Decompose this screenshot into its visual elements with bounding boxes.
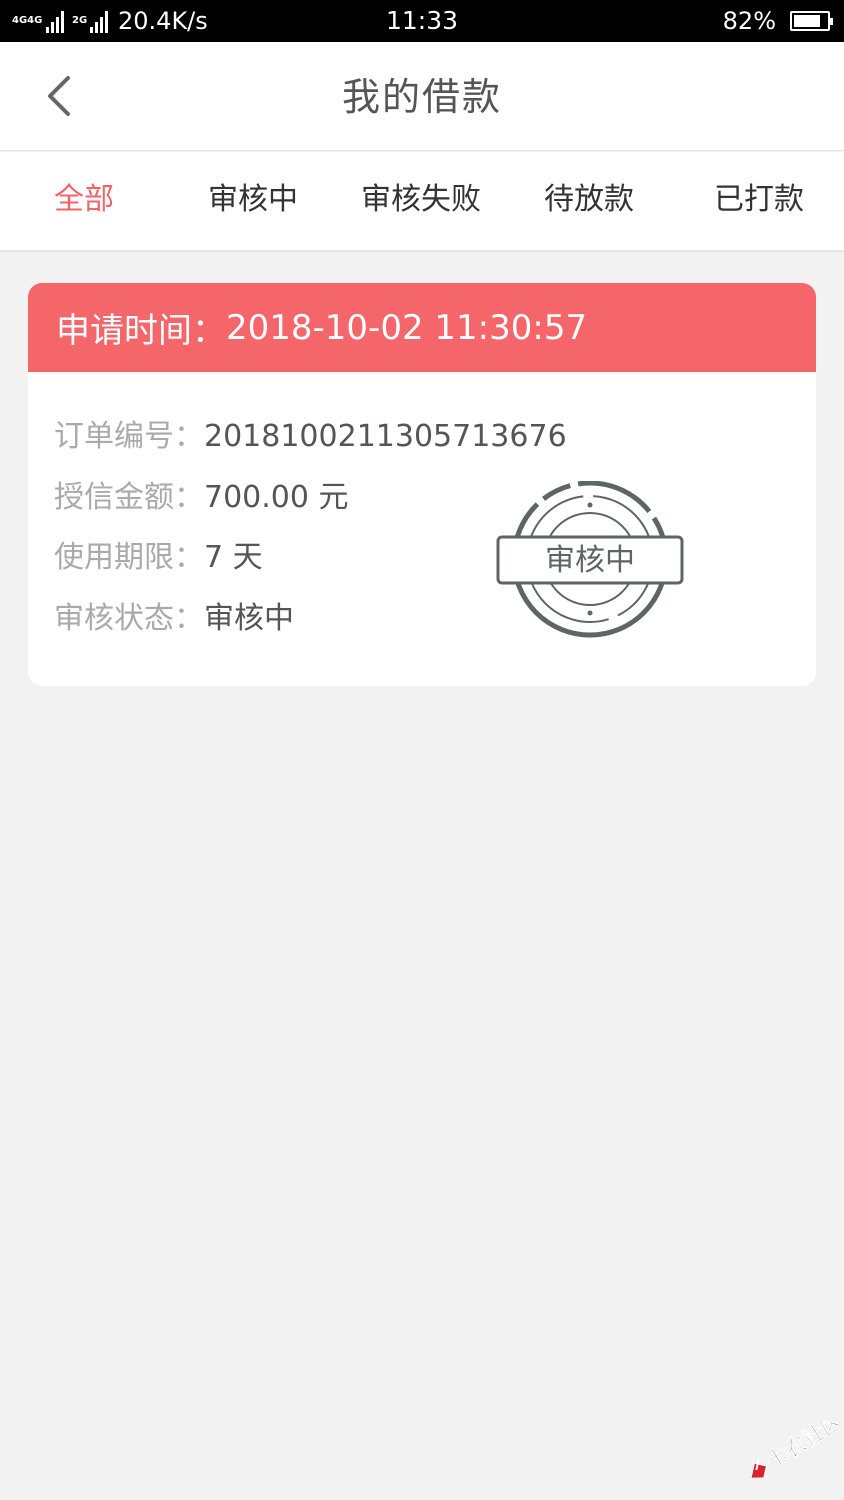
order-no-value: 201810021130571367​6	[204, 419, 567, 454]
order-no-row: 订单编号：201810021130571367​6	[54, 417, 567, 457]
page-title: 我的借款	[341, 75, 502, 119]
term-value: 7 天	[204, 540, 263, 575]
term-label: 使用期限：	[54, 540, 204, 575]
status-label: 审核状态：	[54, 601, 204, 636]
tab-pending-payout[interactable]: 待放款	[544, 180, 634, 220]
apply-time-label: 申请时间：	[56, 311, 226, 351]
order-no-label: 订单编号：	[54, 419, 204, 454]
credit-amount-label: 授信金额：	[54, 480, 204, 515]
status-tabs: 全部 审核中 审核失败 待放款 已打款	[0, 152, 844, 252]
loan-card-header: 申请时间： 2018-10-02 11:30:57	[28, 283, 816, 372]
battery-percent: 82%	[722, 7, 776, 35]
term-row: 使用期限：7 天	[54, 538, 263, 578]
battery-level	[794, 15, 821, 27]
status-bar: 4G4G 2G 20.4K/s 11:33 82%	[0, 0, 844, 42]
app-header: 我的借款	[0, 42, 844, 151]
status-value: 审核中	[204, 601, 294, 636]
credit-amount-value: 700.00 元	[204, 480, 349, 515]
status-row: 审核状态：审核中	[54, 599, 294, 639]
tab-all[interactable]: 全部	[54, 180, 114, 220]
reviewing-stamp-icon: 审核中	[496, 481, 684, 638]
watermark-text: 卡农社区	[762, 1420, 838, 1474]
status-right: 82%	[722, 6, 833, 36]
battery-icon	[790, 11, 833, 31]
stamp-text: 审核中	[545, 543, 635, 578]
kanong-community-watermark: 卡农社区	[751, 1420, 838, 1478]
tab-review-failed[interactable]: 审核失败	[361, 180, 481, 220]
apply-time-value: 2018-10-02 11:30:57	[226, 307, 588, 348]
loan-card[interactable]: 申请时间： 2018-10-02 11:30:57 订单编号：201810021…	[28, 283, 816, 686]
tab-paid[interactable]: 已打款	[714, 180, 804, 220]
tab-reviewing[interactable]: 审核中	[208, 180, 298, 220]
credit-amount-row: 授信金额：700.00 元	[54, 478, 349, 518]
clock: 11:33	[385, 6, 459, 35]
